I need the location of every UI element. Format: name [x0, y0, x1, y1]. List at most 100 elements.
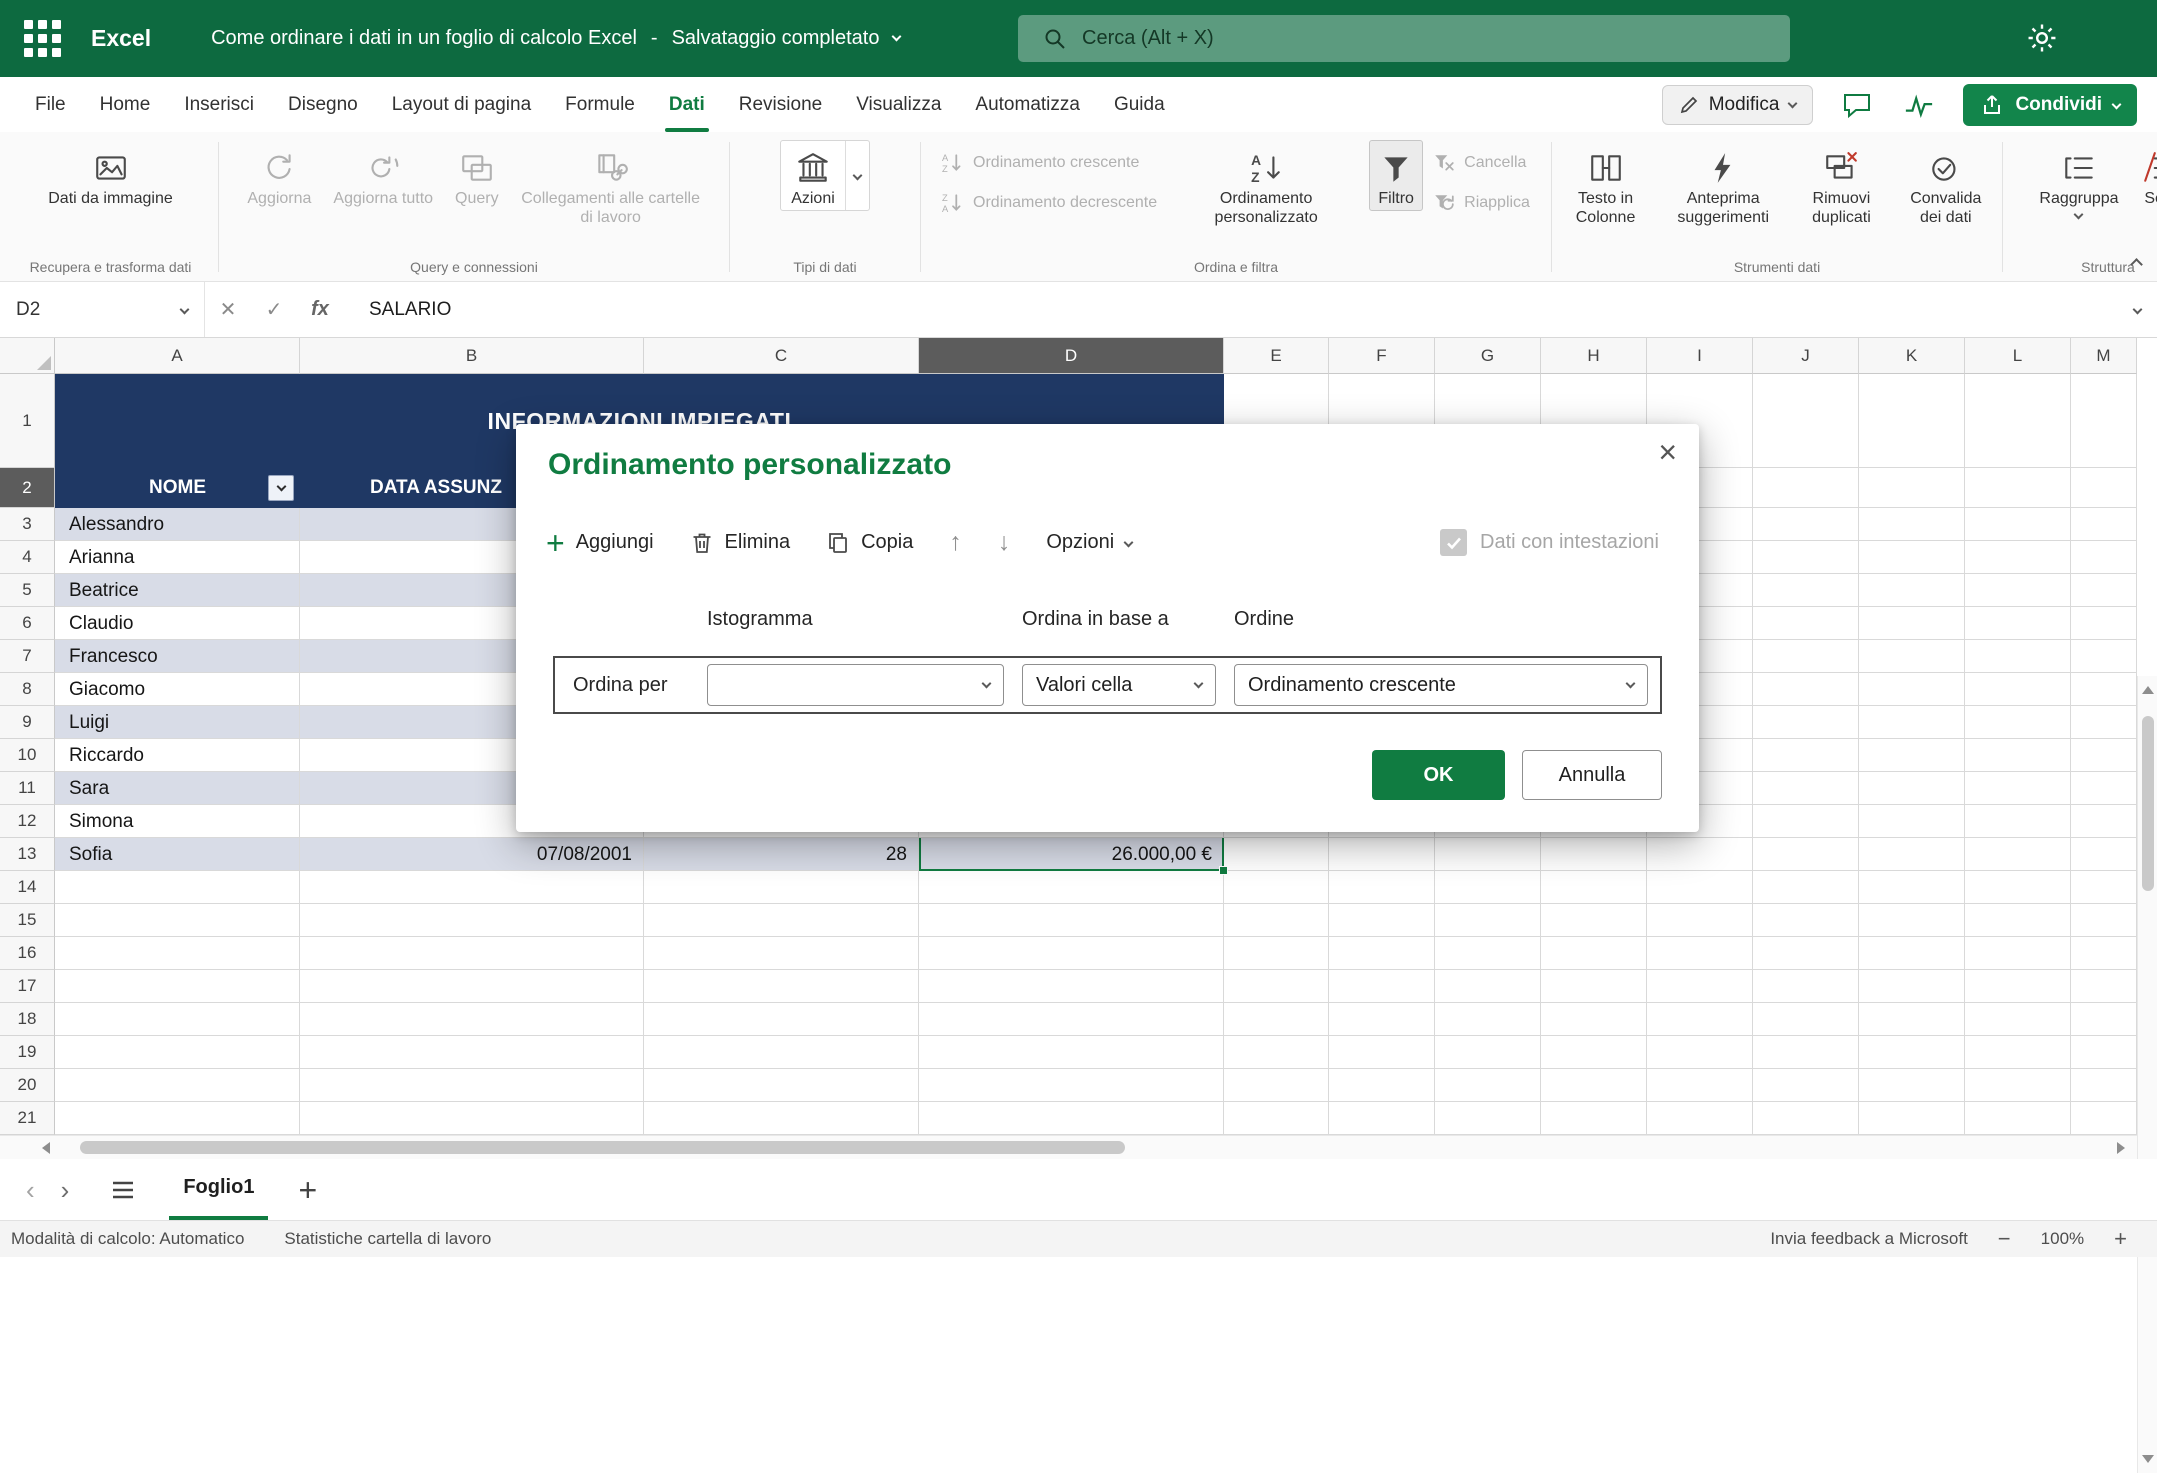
cell-name-sara[interactable]: Sara [55, 772, 300, 805]
ribbon-button-ordinamento-decrescente[interactable]: ZAOrdinamento decrescente [936, 190, 1163, 216]
zoom-level[interactable]: 100% [2041, 1229, 2084, 1249]
row-header-16[interactable]: 16 [0, 937, 55, 970]
ribbon-button-rimuovi-duplicati[interactable]: Rimuovi duplicati [1792, 140, 1890, 230]
column-header-g[interactable]: G [1435, 338, 1541, 374]
column-header-h[interactable]: H [1541, 338, 1647, 374]
row-header-17[interactable]: 17 [0, 970, 55, 1003]
horizontal-scroll-thumb[interactable] [80, 1141, 1125, 1154]
formula-input[interactable]: SALARIO [369, 299, 451, 321]
activity-button[interactable] [1901, 88, 1937, 122]
row-header-10[interactable]: 10 [0, 739, 55, 772]
comments-button[interactable] [1839, 88, 1875, 122]
delete-level-button[interactable]: Elimina [690, 531, 791, 555]
settings-gear-icon[interactable] [2025, 21, 2059, 55]
row-header-2[interactable]: 2 [0, 468, 55, 508]
app-launcher-icon[interactable] [24, 20, 61, 57]
row-header-6[interactable]: 6 [0, 607, 55, 640]
cell-name-francesco[interactable]: Francesco [55, 640, 300, 673]
column-header-b[interactable]: B [300, 338, 644, 374]
scroll-up-arrow[interactable] [2142, 686, 2154, 694]
move-up-button[interactable]: ↑ [949, 528, 962, 557]
feedback-link[interactable]: Invia feedback a Microsoft [1770, 1229, 1967, 1249]
cancel-entry-button[interactable]: ✕ [205, 297, 251, 322]
document-title[interactable]: Come ordinare i dati in un foglio di cal… [211, 27, 900, 50]
workbook-stats-status[interactable]: Statistiche cartella di lavoro [284, 1229, 491, 1249]
combo-dropdown[interactable] [845, 141, 869, 210]
search-box[interactable]: Cerca (Alt + X) [1018, 15, 1790, 62]
ribbon-tab-visualizza[interactable]: Visualizza [839, 77, 958, 132]
ribbon-button-convalida-dei-dati[interactable]: Convalida dei dati [1895, 140, 1997, 230]
ribbon-tab-guida[interactable]: Guida [1097, 77, 1182, 132]
column-header-c[interactable]: C [644, 338, 919, 374]
ribbon-tab-home[interactable]: Home [83, 77, 168, 132]
ribbon-tab-inserisci[interactable]: Inserisci [167, 77, 271, 132]
cancel-button[interactable]: Annulla [1522, 750, 1662, 800]
ribbon-button-ordinamento-crescente[interactable]: AZOrdinamento crescente [936, 150, 1163, 176]
fill-handle[interactable] [1219, 866, 1228, 875]
name-box[interactable]: D2 [0, 282, 205, 337]
scroll-down-arrow[interactable] [2142, 1455, 2154, 1463]
row-header-3[interactable]: 3 [0, 508, 55, 541]
row-header-4[interactable]: 4 [0, 541, 55, 574]
cell-name-luigi[interactable]: Luigi [55, 706, 300, 739]
row-header-8[interactable]: 8 [0, 673, 55, 706]
ribbon-tab-revisione[interactable]: Revisione [722, 77, 839, 132]
column-header-k[interactable]: K [1859, 338, 1965, 374]
add-sheet-button[interactable]: + [298, 1174, 317, 1206]
insert-function-button[interactable]: fx [297, 298, 343, 321]
ok-button[interactable]: OK [1372, 750, 1505, 800]
prev-sheet-button[interactable]: ‹ [26, 1177, 35, 1203]
ribbon-button-collegamenti-alle-cartelle-di-lavoro[interactable]: Collegamenti alle cartelle di lavoro [512, 140, 710, 230]
row-header-7[interactable]: 7 [0, 640, 55, 673]
cell-salary[interactable]: 26.000,00 € [919, 838, 1224, 871]
ribbon-button-aggiorna-tutto[interactable]: Aggiorna tutto [324, 140, 442, 211]
ribbon-button-query[interactable]: Query [446, 140, 508, 211]
column-header-m[interactable]: M [2071, 338, 2137, 374]
column-header-j[interactable]: J [1753, 338, 1859, 374]
cell-name-simona[interactable]: Simona [55, 805, 300, 838]
mode-switch-button[interactable]: Modifica [1662, 85, 1814, 125]
ribbon-button-sep[interactable]: Sep [2132, 140, 2157, 211]
add-level-button[interactable]: + Aggiungi [546, 531, 654, 554]
zoom-in-button[interactable]: + [2114, 1228, 2127, 1250]
calc-mode-status[interactable]: Modalità di calcolo: Automatico [11, 1229, 244, 1249]
column-header-l[interactable]: L [1965, 338, 2071, 374]
row-header-18[interactable]: 18 [0, 1003, 55, 1036]
ribbon-button-testo-in-colonne[interactable]: Testo in Colonne [1557, 140, 1654, 230]
row-header-11[interactable]: 11 [0, 772, 55, 805]
ribbon-button-riapplica[interactable]: Riapplica [1427, 190, 1536, 216]
row-header-21[interactable]: 21 [0, 1102, 55, 1135]
ribbon-button-aggiorna[interactable]: Aggiorna [238, 140, 320, 211]
chevron-down-icon[interactable] [892, 32, 902, 42]
select-all-corner[interactable] [0, 338, 55, 374]
sheet-tab-foglio1[interactable]: Foglio1 [169, 1159, 268, 1220]
ribbon-button-ordinamento-personalizzato[interactable]: AZOrdinamento personalizzato [1167, 140, 1365, 230]
ribbon-tab-dati[interactable]: Dati [652, 77, 722, 132]
ribbon-button-cancella[interactable]: Cancella [1427, 150, 1536, 176]
next-sheet-button[interactable]: › [61, 1177, 70, 1203]
scroll-left-arrow[interactable] [42, 1142, 50, 1154]
column-header-a[interactable]: A [55, 338, 300, 374]
vertical-scroll-thumb[interactable] [2142, 716, 2154, 891]
confirm-entry-button[interactable]: ✓ [251, 297, 297, 322]
ribbon-tab-disegno[interactable]: Disegno [271, 77, 375, 132]
cell-hire-date[interactable]: 07/08/2001 [300, 838, 644, 871]
sort-order-dropdown[interactable]: Ordinamento crescente [1234, 664, 1648, 706]
ribbon-button-filtro[interactable]: Filtro [1369, 140, 1423, 211]
close-icon[interactable]: × [1658, 436, 1677, 468]
row-header-9[interactable]: 9 [0, 706, 55, 739]
column-header-i[interactable]: I [1647, 338, 1753, 374]
row-header-1[interactable]: 1 [0, 374, 55, 468]
ribbon-button-azioni[interactable]: Azioni [780, 140, 870, 211]
ribbon-tab-automatizza[interactable]: Automatizza [958, 77, 1097, 132]
ribbon-button-raggruppa[interactable]: Raggruppa [2030, 140, 2127, 221]
cell-age[interactable]: 28 [644, 838, 919, 871]
combo-main[interactable]: Azioni [781, 141, 845, 210]
row-header-19[interactable]: 19 [0, 1036, 55, 1069]
app-name[interactable]: Excel [91, 25, 151, 52]
row-header-15[interactable]: 15 [0, 904, 55, 937]
column-header-e[interactable]: E [1224, 338, 1329, 374]
sort-on-dropdown[interactable]: Valori cella [1022, 664, 1216, 706]
row-header-20[interactable]: 20 [0, 1069, 55, 1102]
filter-dropdown-icon[interactable] [268, 475, 294, 501]
